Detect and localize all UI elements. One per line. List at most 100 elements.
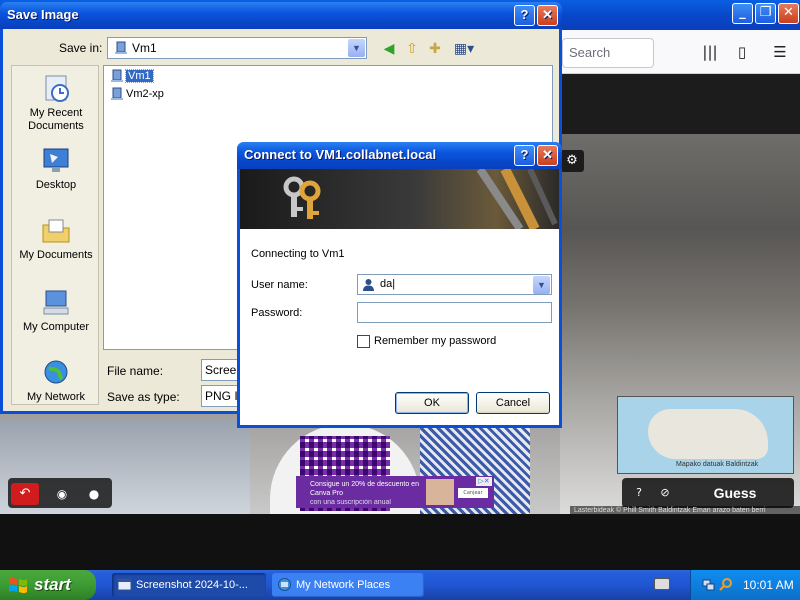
ad-button[interactable]: Canjear <box>458 488 488 498</box>
save-in-label: Save in: <box>59 41 103 55</box>
guess-map[interactable]: Mapako datuak Baldintzak <box>617 396 794 474</box>
network-globe-icon <box>44 360 68 384</box>
sidebar-icon[interactable]: ▯ <box>730 40 754 64</box>
search-icon[interactable] <box>719 577 734 592</box>
view-menu-icon[interactable]: ▦▾ <box>451 39 477 59</box>
save-in-dropdown[interactable]: Vm1 ▼ <box>107 37 367 59</box>
file-name: Vm1 <box>125 69 154 83</box>
folder-icon <box>42 219 70 243</box>
help-button[interactable]: ? <box>514 145 535 166</box>
user-name-label: User name: <box>251 279 308 291</box>
new-folder-icon[interactable]: ✚ <box>425 39 445 59</box>
computer-icon <box>111 87 123 100</box>
place-my-network[interactable]: My Network <box>12 358 100 404</box>
discord-icon[interactable]: ◉ <box>50 483 74 505</box>
start-button[interactable]: start <box>0 570 96 600</box>
ok-button[interactable]: OK <box>395 392 469 414</box>
dialog-title: Save Image <box>7 7 79 22</box>
place-recent-documents[interactable]: My Recent Documents <box>12 74 100 133</box>
password-field[interactable] <box>357 302 552 323</box>
place-my-computer[interactable]: My Computer <box>12 288 100 334</box>
place-label: My Recent Documents <box>28 107 84 132</box>
game-controls: ↶ ◉ ● <box>8 478 112 508</box>
save-in-value: Vm1 <box>132 41 157 55</box>
dialog-titlebar[interactable]: Connect to VM1.collabnet.local ? ✕ <box>237 142 562 169</box>
computer-icon <box>43 290 69 315</box>
chevron-down-icon[interactable]: ▼ <box>533 276 550 294</box>
network-status-icon[interactable] <box>701 577 716 592</box>
maximize-button[interactable]: ❐ <box>755 3 776 24</box>
place-label: My Network <box>26 391 86 403</box>
keys-icon <box>283 176 321 219</box>
computer-icon <box>111 69 123 82</box>
place-desktop[interactable]: Desktop <box>12 146 100 192</box>
ad-close-icon[interactable]: ▷✕ <box>476 477 492 486</box>
taskbar-item-network-places[interactable]: My Network Places <box>272 573 424 597</box>
place-label: My Documents <box>19 249 93 261</box>
recent-documents-icon <box>45 75 69 102</box>
list-item[interactable]: Vm2-xp <box>108 86 164 102</box>
close-button[interactable]: ✕ <box>778 3 799 24</box>
places-bar: My Recent Documents Desktop My Documents <box>11 65 99 405</box>
remember-password-checkbox[interactable] <box>357 335 370 348</box>
windows-logo-icon <box>9 577 27 594</box>
map-landmass <box>648 409 768 459</box>
close-button[interactable]: ✕ <box>537 5 558 26</box>
ad-subtext: con una suscripción anual <box>310 499 391 506</box>
banner-keys-graphic <box>476 169 558 229</box>
help-button[interactable]: ? <box>514 5 535 26</box>
ad-headline: Consigue un 20% de descuento en Canva Pr… <box>310 481 419 497</box>
computer-icon <box>115 41 127 54</box>
connect-dialog: Connect to VM1.collabnet.local ? ✕ Conne… <box>237 142 562 428</box>
desktop-icon <box>43 148 69 172</box>
start-label: start <box>34 575 71 594</box>
text-cursor: | <box>392 278 396 290</box>
place-label: My Computer <box>22 321 90 333</box>
dialog-title: Connect to VM1.collabnet.local <box>244 147 437 162</box>
user-icon <box>363 279 374 291</box>
cancel-button[interactable]: Cancel <box>476 392 550 414</box>
ad-image <box>426 479 454 505</box>
up-folder-icon[interactable]: ⇧ <box>402 39 422 59</box>
minimize-button[interactable]: _ <box>732 3 753 24</box>
user-name-value: da <box>380 278 393 290</box>
dialog-banner <box>240 169 559 229</box>
password-label: Password: <box>251 307 303 319</box>
connecting-text: Connecting to Vm1 <box>251 248 345 260</box>
taskbar-item-screenshot[interactable]: Screenshot 2024-10-... <box>112 573 266 597</box>
taskbar: start Screenshot 2024-10-... My Network … <box>0 570 800 600</box>
map-attribution: Mapako datuak Baldintzak <box>676 461 759 468</box>
guess-button[interactable]: Guess <box>680 480 790 506</box>
list-item[interactable]: Vm1 <box>108 68 154 84</box>
search-input[interactable]: Search <box>562 38 654 68</box>
save-type-label: Save as type: <box>107 390 180 404</box>
menu-icon[interactable]: ☰ <box>768 40 792 64</box>
clock: 10:01 AM <box>743 578 794 592</box>
remember-password-label[interactable]: Remember my password <box>374 335 496 347</box>
guess-bar: ? ⊘ Guess <box>622 478 794 508</box>
ad-text: Consigue un 20% de descuento en Canva Pr… <box>310 480 422 507</box>
ad-banner[interactable]: Consigue un 20% de descuento en Canva Pr… <box>296 476 494 508</box>
gear-icon[interactable]: ⚙ <box>560 150 584 172</box>
chevron-down-icon[interactable]: ▼ <box>348 39 365 57</box>
task-label: Screenshot 2024-10-... <box>136 579 248 591</box>
network-places-icon <box>278 578 291 591</box>
keyboard-icon[interactable] <box>654 578 670 590</box>
file-name: Vm2-xp <box>126 88 164 100</box>
task-label: My Network Places <box>296 579 391 591</box>
undo-icon[interactable]: ↶ <box>11 483 39 505</box>
place-my-documents[interactable]: My Documents <box>12 216 100 262</box>
compass-icon[interactable]: ⊘ <box>654 482 676 504</box>
back-icon[interactable]: ◀ <box>379 39 399 59</box>
browser-icon <box>117 578 132 591</box>
dialog-titlebar[interactable]: Save Image ? ✕ <box>0 2 562 29</box>
file-name-label: File name: <box>107 364 164 378</box>
close-button[interactable]: ✕ <box>537 145 558 166</box>
system-tray: 10:01 AM <box>690 570 800 600</box>
desktop-background <box>0 514 800 570</box>
user-name-field[interactable]: da| ▼ <box>357 274 552 295</box>
help-icon[interactable]: ? <box>628 482 650 504</box>
reddit-icon[interactable]: ● <box>82 483 106 505</box>
place-label: Desktop <box>35 179 77 191</box>
library-icon[interactable]: ||| <box>698 40 722 64</box>
